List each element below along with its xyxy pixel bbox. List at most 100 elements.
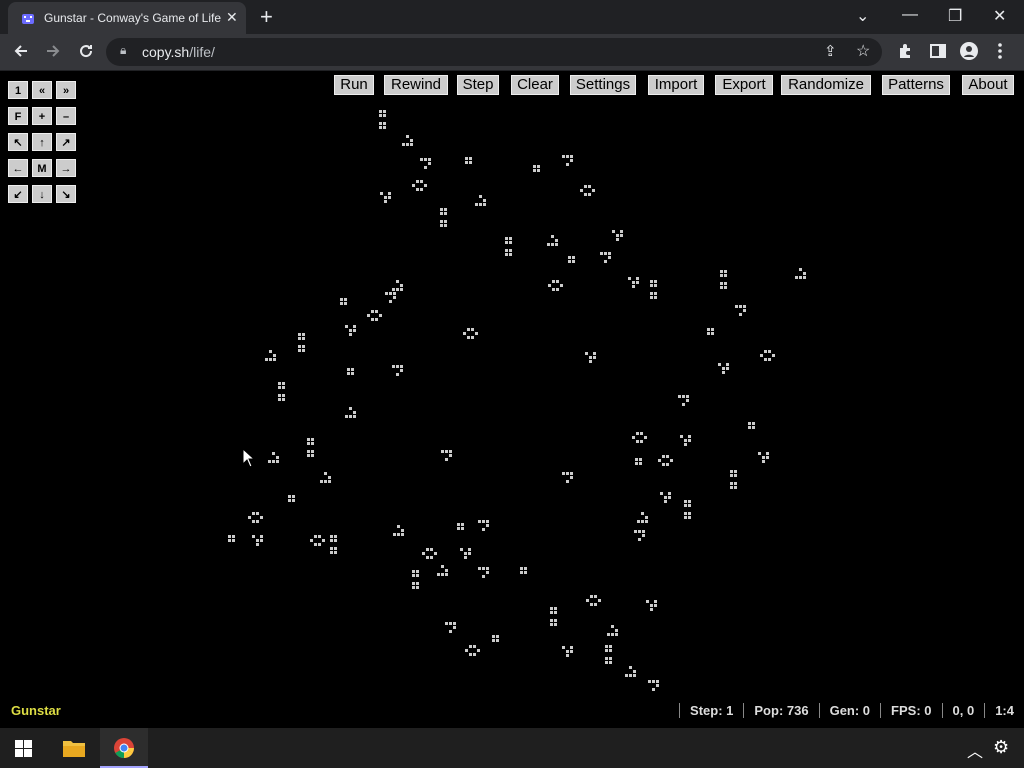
cell-cluster [340,298,347,305]
menu-run-button[interactable]: Run [334,75,374,95]
cell-cluster [307,438,314,457]
menu-randomize-button[interactable]: Randomize [781,75,871,95]
move-right-button[interactable]: → [56,159,76,177]
cell-cluster [562,155,573,166]
cell-cluster [330,535,337,554]
cell-cluster [392,280,403,291]
cell-cluster [422,548,437,559]
cell-cluster [730,470,737,489]
status-generation: Gen: 0 [829,703,871,718]
file-explorer-button[interactable] [50,728,98,768]
center-button[interactable]: M [32,159,52,177]
gear-icon[interactable]: ⚙ [993,737,1009,758]
cell-cluster [562,646,573,657]
cell-cluster [547,235,558,246]
cell-cluster [605,645,612,664]
reload-button-icon[interactable] [77,42,95,65]
address-bar[interactable]: 🔒︎ copy.sh/life/ ⇪ ☆ [106,38,882,66]
cell-cluster [635,458,642,465]
forward-button-icon[interactable] [44,42,62,65]
move-down-left-button[interactable]: ↙ [8,185,28,203]
cell-cluster [437,565,448,576]
move-down-button[interactable]: ↓ [32,185,52,203]
menu-step-button[interactable]: Step [457,75,499,95]
lock-icon: 🔒︎ [120,43,127,57]
chrome-logo-icon [114,738,135,759]
cell-cluster [412,180,427,191]
menu-about-button[interactable]: About [962,75,1014,95]
cell-cluster [379,110,386,129]
cell-grid[interactable] [0,71,1024,728]
bookmark-star-icon[interactable]: ☆ [856,41,870,61]
status-fps: FPS: 0 [891,703,932,718]
fit-button[interactable]: F [8,107,28,125]
cell-cluster [402,135,413,146]
cell-cluster [478,567,489,578]
share-icon[interactable]: ⇪ [824,42,837,60]
windows-taskbar: ︿ ⚙ [0,728,1024,768]
menu-export-button[interactable]: Export [715,75,773,95]
tab-search-icon[interactable]: ⌄ [856,6,869,26]
cell-cluster [478,520,489,531]
slower-button[interactable]: « [32,81,52,99]
cell-cluster [648,680,659,691]
restore-button[interactable]: ❐ [948,6,962,26]
back-button-icon[interactable] [12,42,30,65]
menu-rewind-button[interactable]: Rewind [384,75,448,95]
cell-cluster [465,157,472,164]
cell-cluster [548,280,563,291]
browser-menu-icon[interactable] [997,42,1003,65]
start-button[interactable] [0,728,48,768]
profile-avatar-icon[interactable] [960,42,978,65]
window-close-button[interactable]: ✕ [993,6,1006,26]
side-panel-icon[interactable] [929,42,947,65]
cell-cluster [795,268,806,279]
cell-cluster [367,310,382,321]
status-population: Pop: 736 [754,703,809,718]
menu-patterns-button[interactable]: Patterns [882,75,950,95]
new-tab-button[interactable]: + [260,4,273,30]
move-up-left-button[interactable]: ↖ [8,133,28,151]
move-left-button[interactable]: ← [8,159,28,177]
status-coordinates: 0, 0 [952,703,975,718]
menu-import-button[interactable]: Import [648,75,704,95]
game-board[interactable]: 1 «» F + – ↖ ↑ ↗ ← M → ↙ ↓ ↘ Run Rewind Step Clear Settin… [0,71,1024,728]
move-up-button[interactable]: ↑ [32,133,52,151]
cell-cluster [600,252,611,263]
minimize-button[interactable]: — [902,6,918,24]
zoom-in-button[interactable]: + [32,107,52,125]
cell-cluster [460,548,471,559]
cell-cluster [248,512,263,523]
browser-toolbar: 🔒︎ copy.sh/life/ ⇪ ☆ [0,34,1024,71]
cell-cluster [658,455,673,466]
move-down-right-button[interactable]: ↘ [56,185,76,203]
cell-cluster [310,535,325,546]
speed-1-button[interactable]: 1 [8,81,28,99]
cell-cluster [632,432,647,443]
chevron-up-icon[interactable]: ︿ [967,738,983,762]
cell-cluster [720,270,727,289]
cell-cluster [420,158,431,169]
cell-cluster [646,600,657,611]
extensions-icon[interactable] [897,42,915,65]
cell-cluster [228,535,235,542]
tab-close-icon[interactable]: ✕ [226,9,238,26]
menu-clear-button[interactable]: Clear [511,75,559,95]
faster-button[interactable]: » [56,81,76,99]
cell-cluster [760,350,775,361]
cell-cluster [505,237,512,256]
zoom-out-button[interactable]: – [56,107,76,125]
cell-cluster [520,567,527,574]
cell-cluster [612,230,623,241]
tab-active[interactable]: Gunstar - Conway's Game of Life ✕ [8,2,246,34]
cell-cluster [660,492,671,503]
tab-title: Gunstar - Conway's Game of Life [44,11,222,25]
menu-settings-button[interactable]: Settings [570,75,636,95]
chrome-taskbar-button[interactable] [100,728,148,768]
cell-cluster [562,472,573,483]
move-up-right-button[interactable]: ↗ [56,133,76,151]
cell-cluster [634,530,645,541]
mouse-cursor-icon [242,448,256,468]
status-bar: Step: 1 Pop: 736 Gen: 0 FPS: 0 0, 0 1:4 [669,703,1014,718]
cell-cluster [268,452,279,463]
